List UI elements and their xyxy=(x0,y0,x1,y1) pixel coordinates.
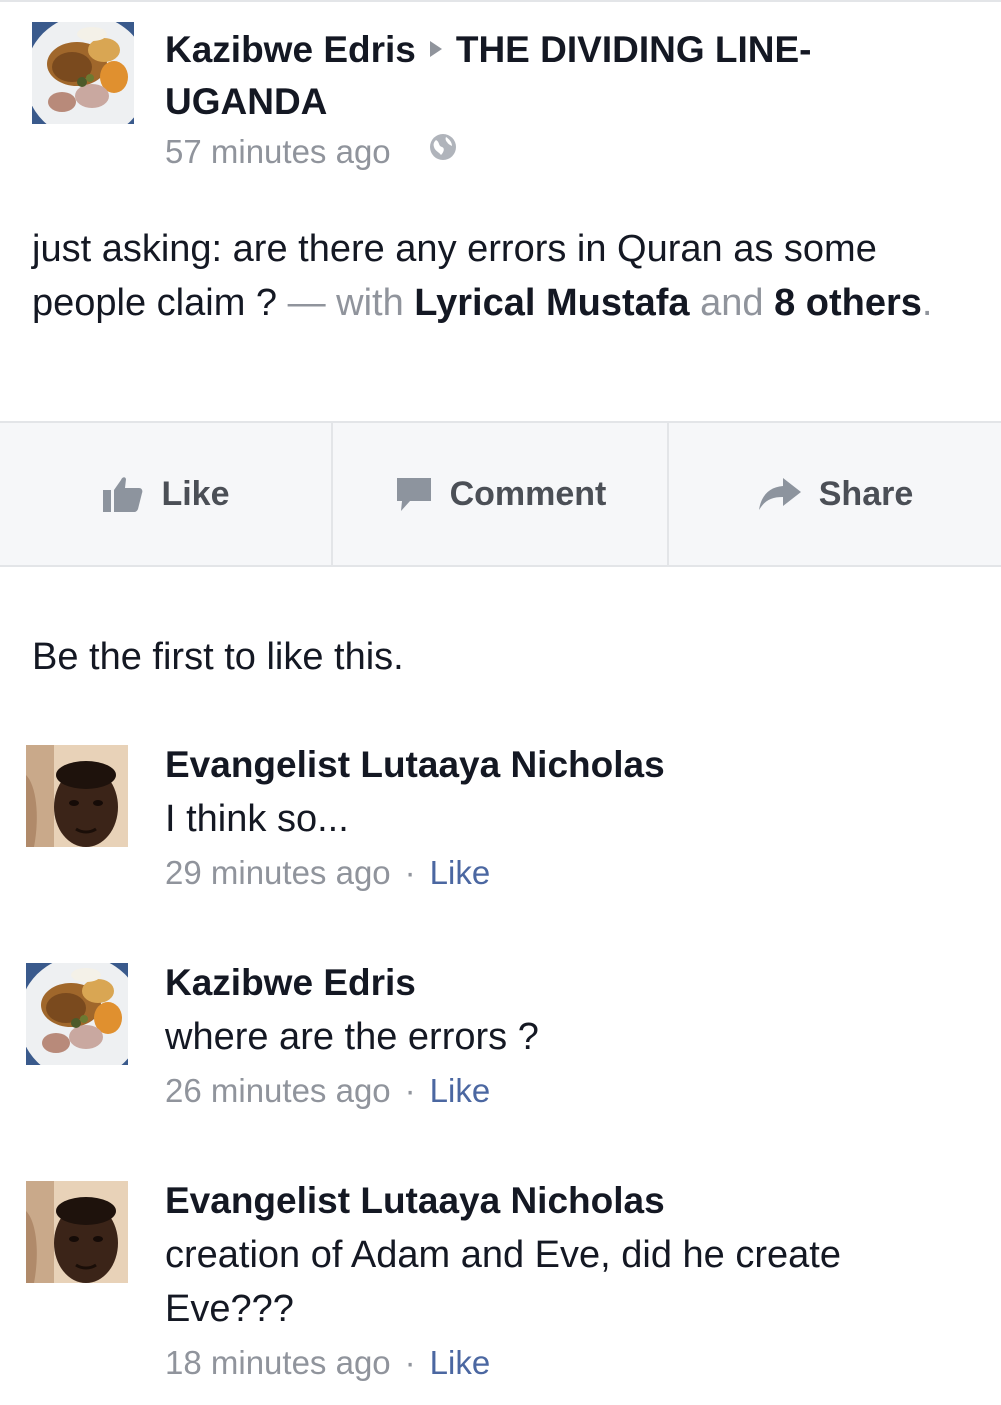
comment-text: where are the errors ? xyxy=(165,1016,539,1058)
share-arrow-icon xyxy=(758,478,801,510)
share-label: Share xyxy=(818,474,914,513)
comment-author[interactable]: Evangelist Lutaaya Nicholas xyxy=(165,1178,965,1224)
post-meta: 57 minutes ago xyxy=(165,130,965,174)
globe-icon xyxy=(428,129,458,173)
comment-meta: 26 minutes ago · Like xyxy=(165,1068,965,1114)
comment-author[interactable]: Kazibwe Edris xyxy=(165,960,965,1006)
share-button[interactable]: Share xyxy=(667,423,1001,565)
post-body: just asking: are there any errors in Qur… xyxy=(32,222,972,330)
commenter-avatar[interactable] xyxy=(26,1181,128,1283)
comment-author[interactable]: Evangelist Lutaaya Nicholas xyxy=(165,742,965,788)
post-header-text: Kazibwe Edris THE DIVIDING LINE-UGANDA 57… xyxy=(165,24,965,174)
action-bar: Like Comment Share xyxy=(0,421,1001,567)
post-and-text: and xyxy=(689,282,775,324)
post-with-text: — with xyxy=(277,282,415,324)
comment-timestamp[interactable]: 26 minutes ago xyxy=(165,1072,391,1109)
likes-summary: Be the first to like this. xyxy=(32,636,404,678)
commenter-avatar[interactable] xyxy=(26,745,128,847)
like-label: Like xyxy=(161,474,230,513)
comment-timestamp[interactable]: 29 minutes ago xyxy=(165,854,391,891)
commenter-avatar[interactable] xyxy=(26,963,128,1065)
comment-meta: 29 minutes ago · Like xyxy=(165,850,965,896)
comment-button[interactable]: Comment xyxy=(331,423,667,565)
tagged-person-link[interactable]: Lyrical Mustafa xyxy=(414,282,689,324)
post-author-avatar[interactable] xyxy=(32,22,134,124)
comment-meta: 18 minutes ago · Like xyxy=(165,1340,965,1386)
comment-content: Kazibwe Edris where are the errors ? 26 … xyxy=(165,960,965,1114)
comment-content: Evangelist Lutaaya Nicholas creation of … xyxy=(165,1178,965,1386)
triangle-right-icon xyxy=(429,41,442,58)
post-author-line: Kazibwe Edris THE DIVIDING LINE-UGANDA xyxy=(165,24,965,128)
separator-dot: · xyxy=(404,1072,416,1109)
comment-like-link[interactable]: Like xyxy=(430,1072,491,1109)
comment-text: creation of Adam and Eve, did he create … xyxy=(165,1234,841,1330)
comment-timestamp[interactable]: 18 minutes ago xyxy=(165,1344,391,1381)
post-timestamp[interactable]: 57 minutes ago xyxy=(165,133,391,170)
post-author-name[interactable]: Kazibwe Edris xyxy=(165,29,416,70)
like-button[interactable]: Like xyxy=(0,423,331,565)
post-period: . xyxy=(921,282,933,324)
thumbs-up-icon xyxy=(103,477,143,512)
tagged-others-link[interactable]: 8 others xyxy=(774,282,922,324)
post-header: Kazibwe Edris THE DIVIDING LINE-UGANDA 57… xyxy=(0,0,1001,190)
comment-label: Comment xyxy=(449,474,607,513)
comment-like-link[interactable]: Like xyxy=(430,1344,491,1381)
separator-dot: · xyxy=(404,854,416,891)
comment-like-link[interactable]: Like xyxy=(430,854,491,891)
comment-content: Evangelist Lutaaya Nicholas I think so..… xyxy=(165,742,965,896)
separator-dot: · xyxy=(404,1344,416,1381)
comment-text: I think so... xyxy=(165,798,349,840)
comment-bubble-icon xyxy=(396,478,431,511)
